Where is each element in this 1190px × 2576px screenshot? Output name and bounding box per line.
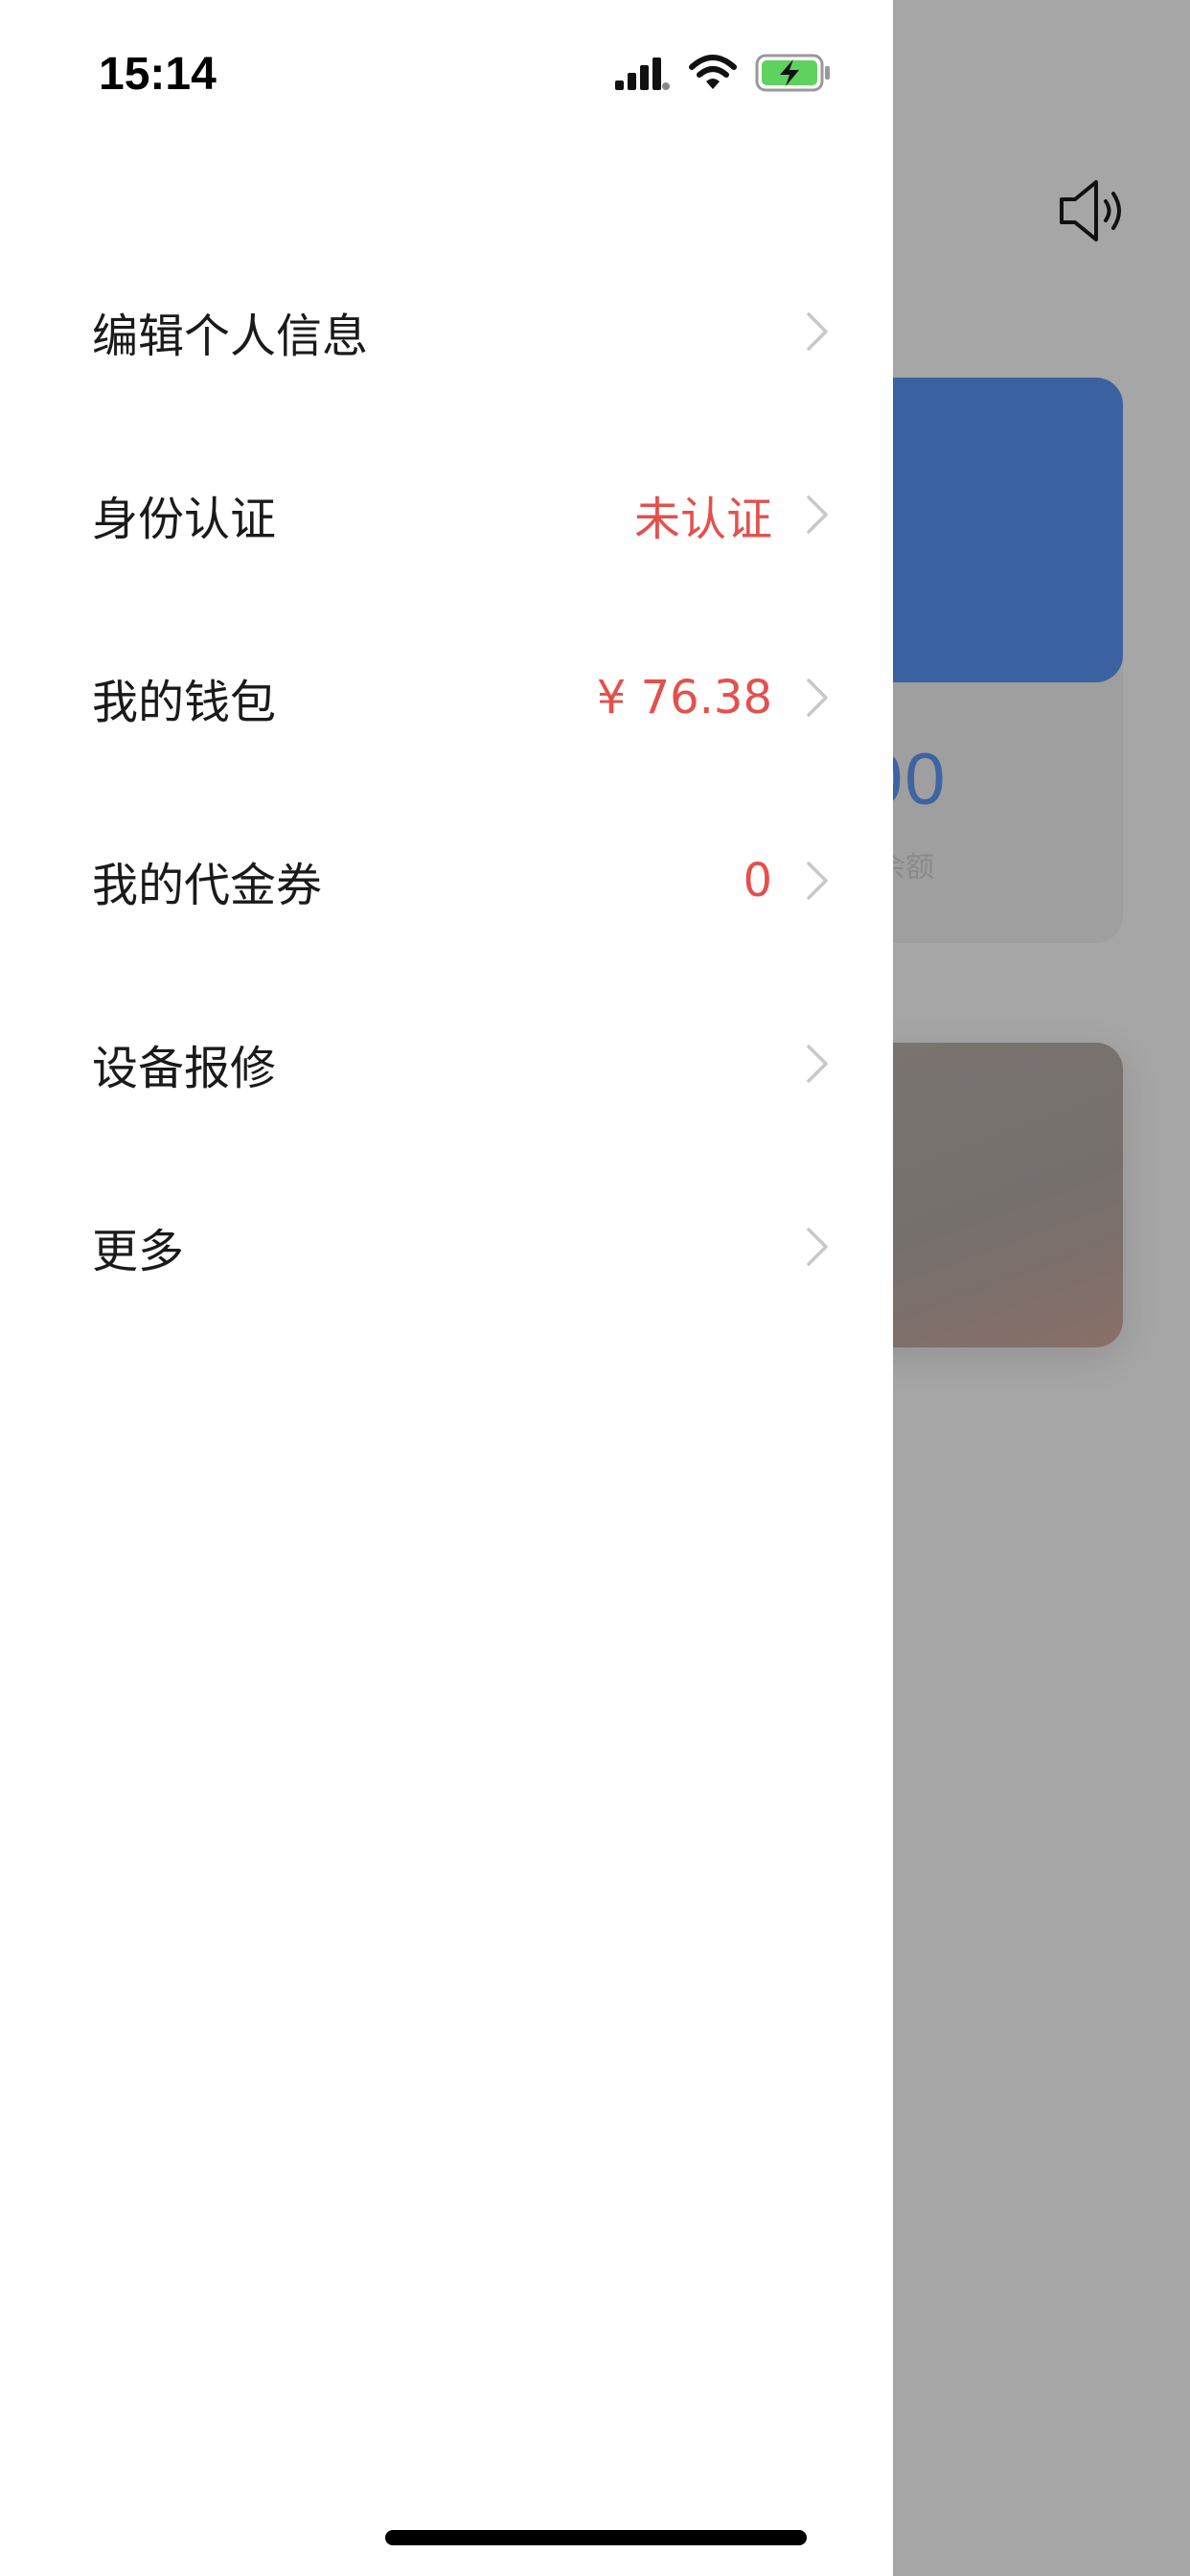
menu-item-label: 更多 [92, 1224, 185, 1278]
status-icons [615, 54, 832, 92]
chevron-right-icon [807, 1227, 828, 1266]
chevron-right-icon [807, 678, 828, 717]
menu-item-label: 我的钱包 [92, 675, 277, 729]
side-drawer: 15:14 编辑个人信息 身份认证 未认证 我的钱包 ¥ 76.38 我的代金券… [0, 0, 893, 2576]
menu-item-more[interactable]: 更多 [0, 1155, 893, 1338]
chevron-right-icon [807, 494, 828, 534]
menu-item-wallet[interactable]: 我的钱包 ¥ 76.38 [0, 606, 893, 789]
speaker-icon [1060, 180, 1121, 242]
wallet-balance: ¥ 76.38 [596, 670, 772, 724]
verification-status: 未认证 [633, 492, 772, 546]
menu-item-label: 设备报修 [92, 1041, 277, 1095]
speaker-button[interactable] [1054, 172, 1131, 249]
menu-item-edit-profile[interactable]: 编辑个人信息 [0, 240, 893, 423]
status-time: 15:14 [99, 49, 217, 100]
wifi-icon [689, 55, 737, 89]
chevron-right-icon [807, 1044, 828, 1083]
signal-icon [615, 58, 670, 90]
chevron-right-icon [807, 861, 828, 900]
drawer-menu: 编辑个人信息 身份认证 未认证 我的钱包 ¥ 76.38 我的代金券 0 设备报… [0, 240, 893, 1338]
chevron-right-icon [807, 311, 828, 351]
menu-item-identity-verification[interactable]: 身份认证 未认证 [0, 423, 893, 606]
menu-item-vouchers[interactable]: 我的代金券 0 [0, 789, 893, 972]
menu-item-label: 我的代金券 [92, 858, 323, 912]
voucher-count: 0 [743, 853, 772, 908]
menu-item-label: 身份认证 [92, 492, 277, 546]
menu-item-device-repair[interactable]: 设备报修 [0, 972, 893, 1155]
menu-item-label: 编辑个人信息 [92, 309, 369, 363]
battery-charging-icon [755, 54, 830, 92]
home-indicator[interactable] [385, 2530, 807, 2545]
